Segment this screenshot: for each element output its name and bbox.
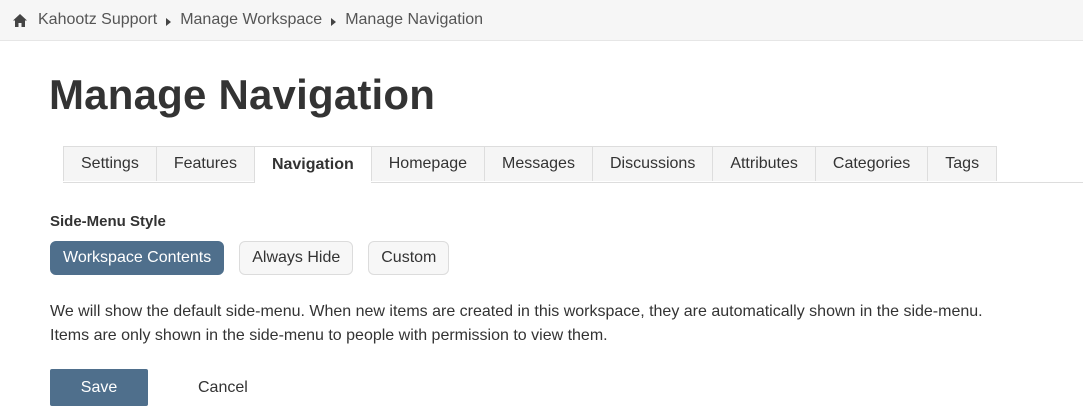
home-icon[interactable]	[12, 12, 28, 28]
settings-tabs: Settings Features Navigation Homepage Me…	[63, 146, 1083, 183]
breadcrumb-item-manage-workspace[interactable]: Manage Workspace	[180, 11, 322, 29]
page-title: Manage Navigation	[49, 71, 436, 118]
content-panel: Manage Navigation Settings Features Navi…	[0, 40, 1083, 407]
side-menu-description: We will show the default side-menu. When…	[50, 300, 1080, 348]
breadcrumb-separator-icon	[331, 18, 337, 26]
tab-tags[interactable]: Tags	[927, 146, 998, 181]
side-menu-style-options: Workspace Contents Always Hide Custom	[50, 241, 450, 275]
breadcrumb-item-kahootz-support[interactable]: Kahootz Support	[38, 11, 157, 29]
workspace-contents-button[interactable]: Workspace Contents	[50, 241, 225, 275]
tab-attributes[interactable]: Attributes	[712, 146, 815, 181]
always-hide-button[interactable]: Always Hide	[239, 241, 354, 275]
breadcrumb: Kahootz Support Manage Workspace Manage …	[0, 0, 1083, 40]
tab-features[interactable]: Features	[155, 146, 254, 181]
tab-categories[interactable]: Categories	[814, 146, 928, 181]
tab-homepage[interactable]: Homepage	[370, 146, 485, 181]
breadcrumb-separator-icon	[166, 18, 172, 26]
custom-button[interactable]: Custom	[368, 241, 450, 275]
description-line-1: We will show the default side-menu. When…	[50, 303, 983, 320]
tab-settings[interactable]: Settings	[63, 146, 156, 181]
breadcrumb-item-current: Manage Navigation	[345, 11, 484, 28]
side-menu-style-label: Side-Menu Style	[50, 213, 166, 230]
description-line-2: Items are only shown in the side-menu to…	[50, 327, 608, 344]
save-button[interactable]: Save	[50, 369, 148, 406]
tab-navigation[interactable]: Navigation	[253, 146, 371, 183]
tab-discussions[interactable]: Discussions	[591, 146, 713, 181]
cancel-button[interactable]: Cancel	[198, 379, 248, 397]
form-actions: Save Cancel	[50, 369, 248, 406]
tab-messages[interactable]: Messages	[484, 146, 592, 181]
